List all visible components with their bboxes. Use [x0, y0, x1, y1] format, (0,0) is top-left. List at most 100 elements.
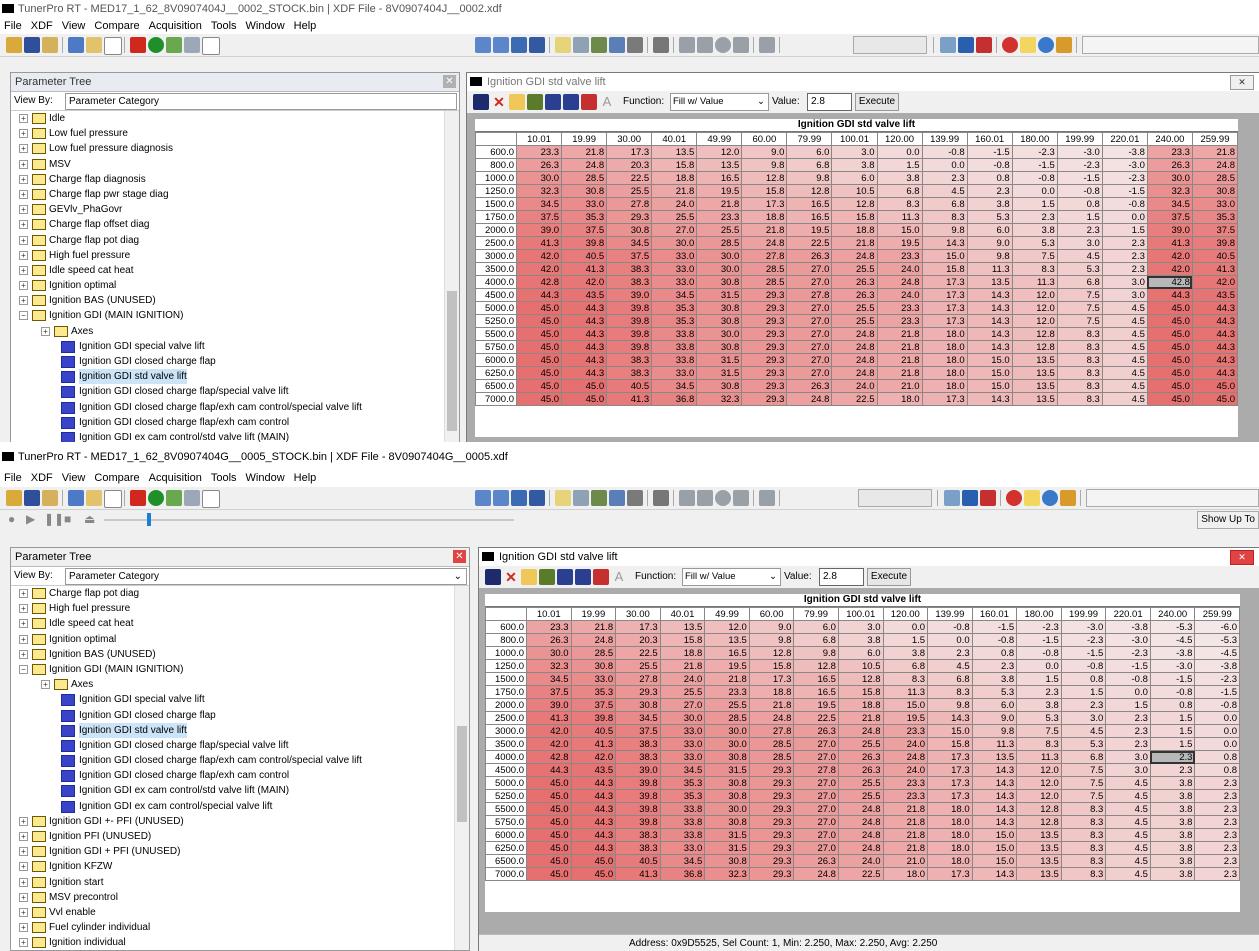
table-cell[interactable]: 44.3 — [1146, 288, 1193, 302]
menu-compare[interactable]: Compare — [94, 20, 139, 32]
table-cell[interactable]: 3.8 — [831, 158, 878, 172]
table-cell[interactable]: 34.5 — [651, 288, 698, 302]
collapse-icon[interactable]: − — [19, 664, 28, 674]
table-cell[interactable]: 17.3 — [921, 288, 968, 302]
tree-item-category[interactable]: + Ignition PFI (UNUSED) — [11, 829, 455, 844]
tree-item-table[interactable]: Ignition GDI ex cam control/std valve li… — [11, 430, 445, 442]
table-cell[interactable]: 15.0 — [882, 698, 929, 712]
table-cell[interactable]: 30.8 — [696, 314, 743, 328]
table-cell[interactable]: 37.5 — [615, 724, 661, 738]
scale-icon[interactable] — [527, 94, 543, 110]
expand-icon[interactable]: + — [19, 892, 28, 902]
table-cell[interactable]: 16.5 — [793, 672, 839, 686]
table-cell[interactable]: 8.3 — [1056, 379, 1103, 393]
table-cell[interactable]: 23.3 — [882, 776, 929, 790]
table-cell[interactable]: 2.3 — [1101, 236, 1148, 250]
table-cell[interactable]: 30.8 — [606, 223, 653, 237]
close-icon[interactable]: ✕ — [453, 550, 466, 563]
table-cell[interactable]: 8.3 — [1056, 366, 1103, 380]
table-cell[interactable]: 44.3 — [570, 828, 617, 842]
table-cell[interactable]: 9.0 — [971, 711, 1018, 725]
table-cell[interactable]: 17.3 — [741, 197, 788, 211]
table-cell[interactable]: 17.3 — [921, 314, 968, 328]
properties-icon[interactable] — [166, 490, 182, 506]
table-cell[interactable]: 41.3 — [615, 867, 661, 881]
table-cell[interactable]: 6.8 — [882, 659, 929, 673]
table-cell[interactable]: 2.3 — [1194, 789, 1240, 803]
table-cell[interactable]: 27.0 — [786, 262, 833, 276]
table-cell[interactable]: 16.5 — [696, 171, 743, 185]
table-cell[interactable]: 1.5 — [1016, 672, 1062, 686]
table-cell[interactable]: 45.0 — [570, 854, 617, 868]
table-cell[interactable]: 33.0 — [651, 275, 698, 289]
table-cell[interactable]: 12.8 — [1016, 802, 1062, 816]
pause-icon[interactable]: ❚❚ — [44, 512, 64, 526]
table-cell[interactable]: 29.3 — [748, 867, 795, 881]
table-cell[interactable]: 42.0 — [526, 724, 572, 738]
function-select[interactable]: Fill w/ Value ⌄ — [682, 568, 781, 586]
table-cell[interactable]: 39.0 — [515, 223, 563, 237]
table-cell[interactable]: 14.3 — [971, 763, 1018, 777]
table-cell[interactable]: 3.8 — [966, 197, 1013, 211]
table-cell[interactable]: 44.3 — [515, 288, 563, 302]
cancel-icon[interactable]: ✕ — [491, 94, 507, 110]
table-cell[interactable]: 18.0 — [921, 327, 968, 341]
table-cell[interactable]: 34.5 — [515, 197, 563, 211]
table-cell[interactable]: 6.0 — [837, 646, 884, 660]
table-cell[interactable]: 28.5 — [741, 275, 788, 289]
table-cell[interactable]: 15.0 — [921, 249, 968, 263]
table-cell[interactable]: 31.5 — [696, 288, 743, 302]
table-cell[interactable]: 45.0 — [515, 392, 563, 406]
table-cell[interactable]: 45.0 — [515, 301, 563, 315]
table-cell[interactable]: 22.5 — [793, 711, 839, 725]
table-cell[interactable]: 20.3 — [615, 633, 661, 647]
table-cell[interactable]: 21.8 — [741, 223, 788, 237]
table-view-icon[interactable] — [475, 490, 491, 506]
table-cell[interactable]: 5.3 — [1056, 262, 1103, 276]
table-cell[interactable]: 38.3 — [615, 828, 661, 842]
table-cell[interactable]: -1.5 — [1149, 672, 1196, 686]
table-cell[interactable]: 8.3 — [1056, 392, 1103, 406]
table-cell[interactable]: 39.0 — [615, 763, 661, 777]
expand-icon[interactable]: + — [19, 250, 28, 260]
table-cell[interactable]: -0.8 — [921, 145, 968, 159]
tree-item-category[interactable]: + Charge flap offset diag — [11, 217, 445, 232]
table-cell[interactable]: 44.3 — [561, 327, 608, 341]
table-cell[interactable]: 23.3 — [876, 249, 923, 263]
table-cell[interactable]: 3.0 — [1105, 763, 1151, 777]
table-cell[interactable]: 0.8 — [1056, 197, 1103, 211]
table-cell[interactable]: 31.5 — [704, 828, 750, 842]
table-cell[interactable]: 6.8 — [876, 184, 923, 198]
tree-item-category[interactable]: + Ignition optimal — [11, 278, 445, 293]
table-cell[interactable]: 5.3 — [1011, 236, 1058, 250]
table-cell[interactable]: 24.8 — [748, 711, 795, 725]
table-cell[interactable]: 45.0 — [1146, 353, 1193, 367]
table-cell[interactable]: 0.0 — [1011, 184, 1058, 198]
table-cell[interactable]: 43.5 — [1191, 288, 1239, 302]
axis-icon[interactable] — [557, 569, 573, 585]
table-cell[interactable]: 45.0 — [515, 314, 563, 328]
close-icon[interactable]: ✕ — [1230, 550, 1254, 565]
link-icon[interactable] — [940, 37, 956, 53]
table-cell[interactable]: 34.5 — [659, 854, 706, 868]
table-cell[interactable]: 33.0 — [659, 724, 706, 738]
table-cell[interactable]: 44.3 — [570, 802, 617, 816]
table-cell[interactable]: 30.8 — [704, 789, 750, 803]
table-cell[interactable]: 2.3 — [1194, 828, 1240, 842]
table-cell[interactable]: 27.0 — [786, 301, 833, 315]
table-cell[interactable]: 29.3 — [748, 815, 795, 829]
scale-icon[interactable] — [539, 569, 555, 585]
table-cell[interactable]: 9.8 — [741, 158, 788, 172]
table-cell[interactable]: -3.0 — [1149, 659, 1196, 673]
table-cell[interactable]: 11.3 — [966, 262, 1013, 276]
tree-item-category[interactable]: + Charge flap pot diag — [11, 586, 455, 601]
tree-item-category[interactable]: + Idle speed cat heat — [11, 263, 445, 278]
table-cell[interactable]: 42.8 — [515, 275, 563, 289]
table-cell[interactable]: 8.3 — [1060, 828, 1107, 842]
table-cell[interactable]: 30.0 — [704, 737, 750, 751]
table-cell[interactable]: 14.3 — [966, 392, 1013, 406]
table-cell[interactable]: 40.5 — [561, 249, 608, 263]
menu-tools[interactable]: Tools — [211, 472, 237, 484]
table-cell[interactable]: 25.5 — [659, 685, 706, 699]
table-cell[interactable]: 41.3 — [606, 392, 653, 406]
